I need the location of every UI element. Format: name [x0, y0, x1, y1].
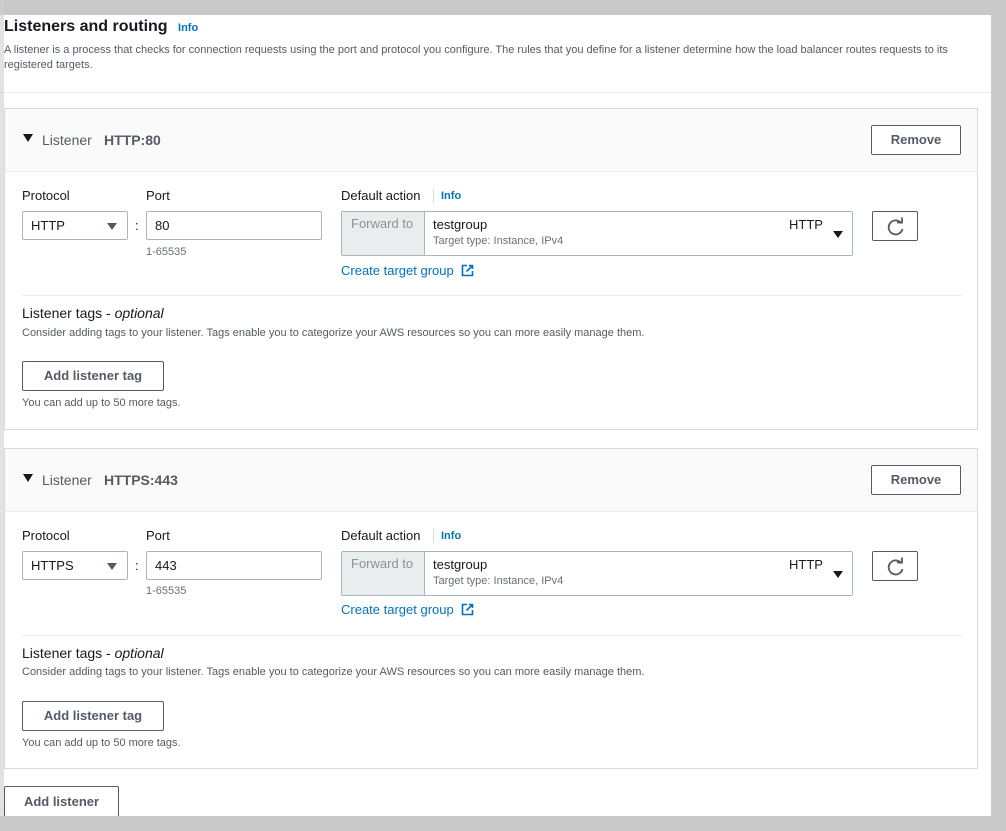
port-hint: 1-65535	[146, 585, 187, 597]
create-target-group-link[interactable]: Create target group	[341, 263, 474, 278]
target-group-type: Target type: Instance, IPv4	[433, 235, 564, 247]
tags-limit-hint: You can add up to 50 more tags.	[22, 397, 181, 409]
remove-listener-button[interactable]: Remove	[871, 125, 961, 155]
section-divider	[22, 295, 962, 296]
external-link-icon	[462, 264, 474, 277]
add-listener-button[interactable]: Add listener	[4, 786, 119, 817]
page: Listeners and routing Info A listener is…	[0, 0, 991, 831]
target-group-protocol: HTTP	[789, 217, 823, 232]
protocol-label: Protocol	[22, 528, 70, 543]
refresh-button[interactable]	[872, 211, 918, 241]
refresh-button[interactable]	[872, 551, 918, 581]
forward-to-label: Forward to	[342, 552, 425, 595]
add-listener-tag-button[interactable]: Add listener tag	[22, 701, 164, 731]
listener-panel-http-80: Listener HTTP:80 Remove Protocol HTTP : …	[4, 108, 978, 430]
default-action-info-link[interactable]: Info	[441, 190, 461, 202]
default-action-label: Default action	[341, 188, 421, 203]
listener-name: HTTPS:443	[104, 472, 178, 488]
optional-label: optional	[114, 305, 164, 321]
section-title: Listeners and routing	[4, 18, 168, 35]
remove-listener-button[interactable]: Remove	[871, 465, 961, 495]
external-link-icon	[462, 603, 474, 616]
create-target-group-label: Create target group	[341, 263, 454, 278]
overlay-top-band	[0, 0, 1006, 15]
port-hint: 1-65535	[146, 246, 187, 258]
protocol-value: HTTPS	[31, 558, 74, 573]
caret-down-icon[interactable]	[23, 134, 33, 142]
protocol-select[interactable]: HTTP	[22, 211, 128, 240]
chevron-down-icon	[107, 563, 117, 570]
section-header: Listeners and routing Info	[4, 18, 976, 36]
chevron-down-icon	[107, 223, 117, 230]
optional-label: optional	[114, 645, 164, 661]
port-input[interactable]: 443	[146, 551, 322, 580]
caret-down-icon[interactable]	[23, 474, 33, 482]
listener-tags-title-text: Listener tags -	[22, 645, 115, 661]
listener-panel-https-443: Listener HTTPS:443 Remove Protocol HTTPS…	[4, 448, 978, 769]
chevron-down-icon	[833, 231, 843, 238]
port-input[interactable]: 80	[146, 211, 322, 240]
listener-panel-header[interactable]: Listener HTTPS:443 Remove	[5, 449, 977, 512]
scrollbar[interactable]	[991, 15, 1006, 816]
refresh-icon	[887, 557, 904, 576]
label-divider	[433, 189, 434, 203]
protocol-label: Protocol	[22, 188, 70, 203]
colon-separator: :	[135, 218, 139, 233]
target-group-protocol: HTTP	[789, 557, 823, 572]
default-action-label: Default action	[341, 528, 421, 543]
target-group-name: testgroup	[433, 217, 488, 232]
protocol-select[interactable]: HTTPS	[22, 551, 128, 580]
port-label: Port	[146, 528, 170, 543]
listener-tags-title: Listener tags - optional	[22, 305, 164, 321]
listener-tags-title: Listener tags - optional	[22, 645, 164, 661]
listener-label: Listener	[42, 472, 92, 488]
port-label: Port	[146, 188, 170, 203]
default-action-select[interactable]: Forward to testgroup Target type: Instan…	[341, 211, 853, 256]
overlay-bottom-band	[0, 816, 1006, 831]
create-target-group-link[interactable]: Create target group	[341, 602, 474, 617]
listener-panel-header[interactable]: Listener HTTP:80 Remove	[5, 109, 977, 172]
header-divider	[0, 92, 991, 93]
protocol-value: HTTP	[31, 218, 65, 233]
listener-tags-title-text: Listener tags -	[22, 305, 115, 321]
default-action-select[interactable]: Forward to testgroup Target type: Instan…	[341, 551, 853, 596]
listener-label: Listener	[42, 132, 92, 148]
section-divider	[22, 635, 962, 636]
add-listener-tag-button[interactable]: Add listener tag	[22, 361, 164, 391]
colon-separator: :	[135, 558, 139, 573]
label-divider	[433, 529, 434, 543]
overlay-left-band	[0, 0, 4, 831]
chevron-down-icon	[833, 571, 843, 578]
listener-tags-description: Consider adding tags to your listener. T…	[22, 666, 645, 678]
target-group-type: Target type: Instance, IPv4	[433, 575, 564, 587]
section-description: A listener is a process that checks for …	[4, 44, 948, 71]
tags-limit-hint: You can add up to 50 more tags.	[22, 737, 181, 749]
refresh-icon	[887, 217, 904, 236]
create-target-group-label: Create target group	[341, 602, 454, 617]
target-group-name: testgroup	[433, 557, 488, 572]
listener-name: HTTP:80	[104, 132, 161, 148]
listener-tags-description: Consider adding tags to your listener. T…	[22, 327, 645, 339]
default-action-info-link[interactable]: Info	[441, 530, 461, 542]
forward-to-label: Forward to	[342, 212, 425, 255]
section-info-link[interactable]: Info	[178, 22, 198, 34]
